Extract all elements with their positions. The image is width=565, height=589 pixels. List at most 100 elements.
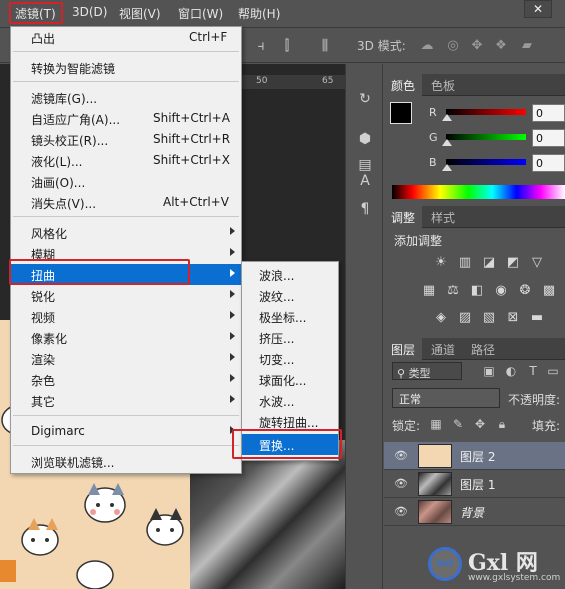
tab-paths[interactable]: 路径 <box>464 338 502 360</box>
filter-pixel-icon[interactable]: ▣ <box>480 362 498 380</box>
submenu-item[interactable]: 水波... <box>242 390 338 411</box>
menu-item[interactable]: 像素化 <box>11 327 241 348</box>
submenu-item[interactable]: 球面化... <box>242 369 338 390</box>
layer-filter-type-select[interactable]: ⚲ 类型 <box>392 362 462 380</box>
menu-item[interactable]: 视频 <box>11 306 241 327</box>
blue-slider[interactable] <box>446 159 526 165</box>
lock-transparent-icon[interactable]: ▦ <box>428 416 444 432</box>
3d-slide-icon[interactable]: ❖ <box>492 37 510 55</box>
tab-layers[interactable]: 图层 <box>384 338 423 360</box>
filter-type-icon[interactable]: T <box>524 362 542 380</box>
blue-value-input[interactable]: 0 <box>532 154 565 172</box>
exposure-icon[interactable]: ◩ <box>504 254 522 272</box>
menu-item[interactable]: 镜头校正(R)... Shift+Ctrl+R <box>11 129 241 150</box>
tab-swatches[interactable]: 色板 <box>424 74 462 96</box>
blue-slider-thumb[interactable] <box>442 164 452 171</box>
menu-item[interactable]: Digimarc <box>11 421 241 442</box>
channel-mixer-icon[interactable]: ❂ <box>516 282 534 300</box>
color-balance-icon[interactable]: ⚖ <box>444 282 462 300</box>
menu-item[interactable]: 自适应广角(A)... Shift+Ctrl+A <box>11 108 241 129</box>
menu-item[interactable]: 浏览联机滤镜... <box>11 451 241 472</box>
3d-roll-icon[interactable]: ◎ <box>444 37 462 55</box>
red-value-input[interactable]: 0 <box>532 104 565 122</box>
levels-icon[interactable]: ▥ <box>456 254 474 272</box>
submenu-item[interactable]: 波纹... <box>242 285 338 306</box>
menu-item-label: 液化(L)... <box>31 155 83 169</box>
curves-icon[interactable]: ◪ <box>480 254 498 272</box>
hue-saturation-icon[interactable]: ▦ <box>420 282 438 300</box>
menu-item[interactable]: 消失点(V)... Alt+Ctrl+V <box>11 192 241 213</box>
visibility-eye-icon[interactable]: 👁︎ <box>393 448 409 464</box>
menu-item[interactable]: 渲染 <box>11 348 241 369</box>
menu-item[interactable]: 其它 <box>11 390 241 411</box>
invert-icon[interactable]: ◈ <box>432 309 450 327</box>
align-left-icon[interactable]: ⫞ <box>252 37 270 55</box>
menu-3d[interactable]: 3D(D) <box>72 5 107 19</box>
menu-window[interactable]: 窗口(W) <box>178 5 223 22</box>
align-center-icon[interactable]: ⫿ <box>278 37 296 55</box>
selective-color-icon[interactable]: ⊠ <box>504 309 522 327</box>
tab-channels[interactable]: 通道 <box>424 338 462 360</box>
black-white-icon[interactable]: ◧ <box>468 282 486 300</box>
filter-adjust-icon[interactable]: ◐ <box>502 362 520 380</box>
menu-item[interactable]: 液化(L)... Shift+Ctrl+X <box>11 150 241 171</box>
watermark-logo: Gxl <box>428 547 462 581</box>
green-slider[interactable] <box>446 134 526 140</box>
green-value-input[interactable]: 0 <box>532 129 565 147</box>
3d-pan-icon[interactable]: ✥ <box>468 37 486 55</box>
character-icon[interactable]: A <box>354 170 376 192</box>
menu-item-label: 消失点(V)... <box>31 197 97 211</box>
color-spectrum-bar[interactable] <box>392 185 565 199</box>
layer-row[interactable]: 👁︎ 背景 <box>384 498 565 526</box>
menu-item-shortcut: Shift+Ctrl+A <box>153 111 230 125</box>
lock-label: 锁定: <box>392 419 421 433</box>
submenu-item[interactable]: 波浪... <box>242 264 338 285</box>
tab-styles[interactable]: 样式 <box>424 206 462 228</box>
red-slider[interactable] <box>446 109 526 115</box>
layer-row[interactable]: 👁︎ 图层 1 <box>384 470 565 498</box>
lock-all-icon[interactable]: 🔒︎ <box>494 416 510 432</box>
menu-item[interactable]: 转换为智能滤镜 <box>11 57 241 78</box>
lock-paint-icon[interactable]: ✎ <box>450 416 466 432</box>
layer-row[interactable]: 👁︎ 图层 2 <box>384 442 565 470</box>
lock-position-icon[interactable]: ✥ <box>472 416 488 432</box>
history-icon[interactable]: ↻ <box>354 88 376 110</box>
menu-item[interactable]: 杂色 <box>11 369 241 390</box>
menu-view[interactable]: 视图(V) <box>119 5 161 22</box>
distribute-icon[interactable]: ⫼ <box>316 37 334 55</box>
submenu-item[interactable]: 切变... <box>242 348 338 369</box>
menu-item[interactable]: 滤镜库(G)... <box>11 87 241 108</box>
red-slider-thumb[interactable] <box>442 114 452 121</box>
color-lookup-icon[interactable]: ▩ <box>540 282 558 300</box>
menu-separator <box>13 445 239 446</box>
vibrance-icon[interactable]: ▽ <box>528 254 546 272</box>
3d-scale-icon[interactable]: ▰ <box>518 37 536 55</box>
3d-rotate-icon[interactable]: ☁ <box>418 37 436 55</box>
gradient-map-icon[interactable]: ▬ <box>528 309 546 327</box>
threshold-icon[interactable]: ▧ <box>480 309 498 327</box>
filter-shape-icon[interactable]: ▭ <box>544 362 562 380</box>
paragraph-icon[interactable]: ¶ <box>354 198 376 220</box>
menu-item[interactable]: 油画(O)... <box>11 171 241 192</box>
visibility-eye-icon[interactable]: 👁︎ <box>393 504 409 520</box>
visibility-eye-icon[interactable]: 👁︎ <box>393 476 409 492</box>
3d-panel-icon[interactable]: ⬢ <box>354 128 376 150</box>
green-slider-thumb[interactable] <box>442 139 452 146</box>
submenu-item-label: 球面化... <box>259 374 307 388</box>
photo-filter-icon[interactable]: ◉ <box>492 282 510 300</box>
color-row-b: B 0 <box>384 154 565 174</box>
tab-color[interactable]: 颜色 <box>384 74 423 96</box>
brightness-icon[interactable]: ☀ <box>432 254 450 272</box>
posterize-icon[interactable]: ▨ <box>456 309 474 327</box>
menu-item[interactable]: 风格化 <box>11 222 241 243</box>
submenu-item[interactable]: 挤压... <box>242 327 338 348</box>
lock-row: 锁定: ▦ ✎ ✥ 🔒︎ 填充: <box>384 414 565 436</box>
menu-help[interactable]: 帮助(H) <box>238 5 280 22</box>
blend-mode-select[interactable]: 正常 <box>392 388 500 408</box>
menu-item[interactable]: 锐化 <box>11 285 241 306</box>
submenu-item[interactable]: 极坐标... <box>242 306 338 327</box>
window-close-button[interactable]: ✕ <box>524 0 552 18</box>
tab-adjustments[interactable]: 调整 <box>384 206 423 228</box>
menu-item[interactable]: 凸出 Ctrl+F <box>11 27 241 48</box>
menu-item-label: 视频 <box>31 311 56 325</box>
